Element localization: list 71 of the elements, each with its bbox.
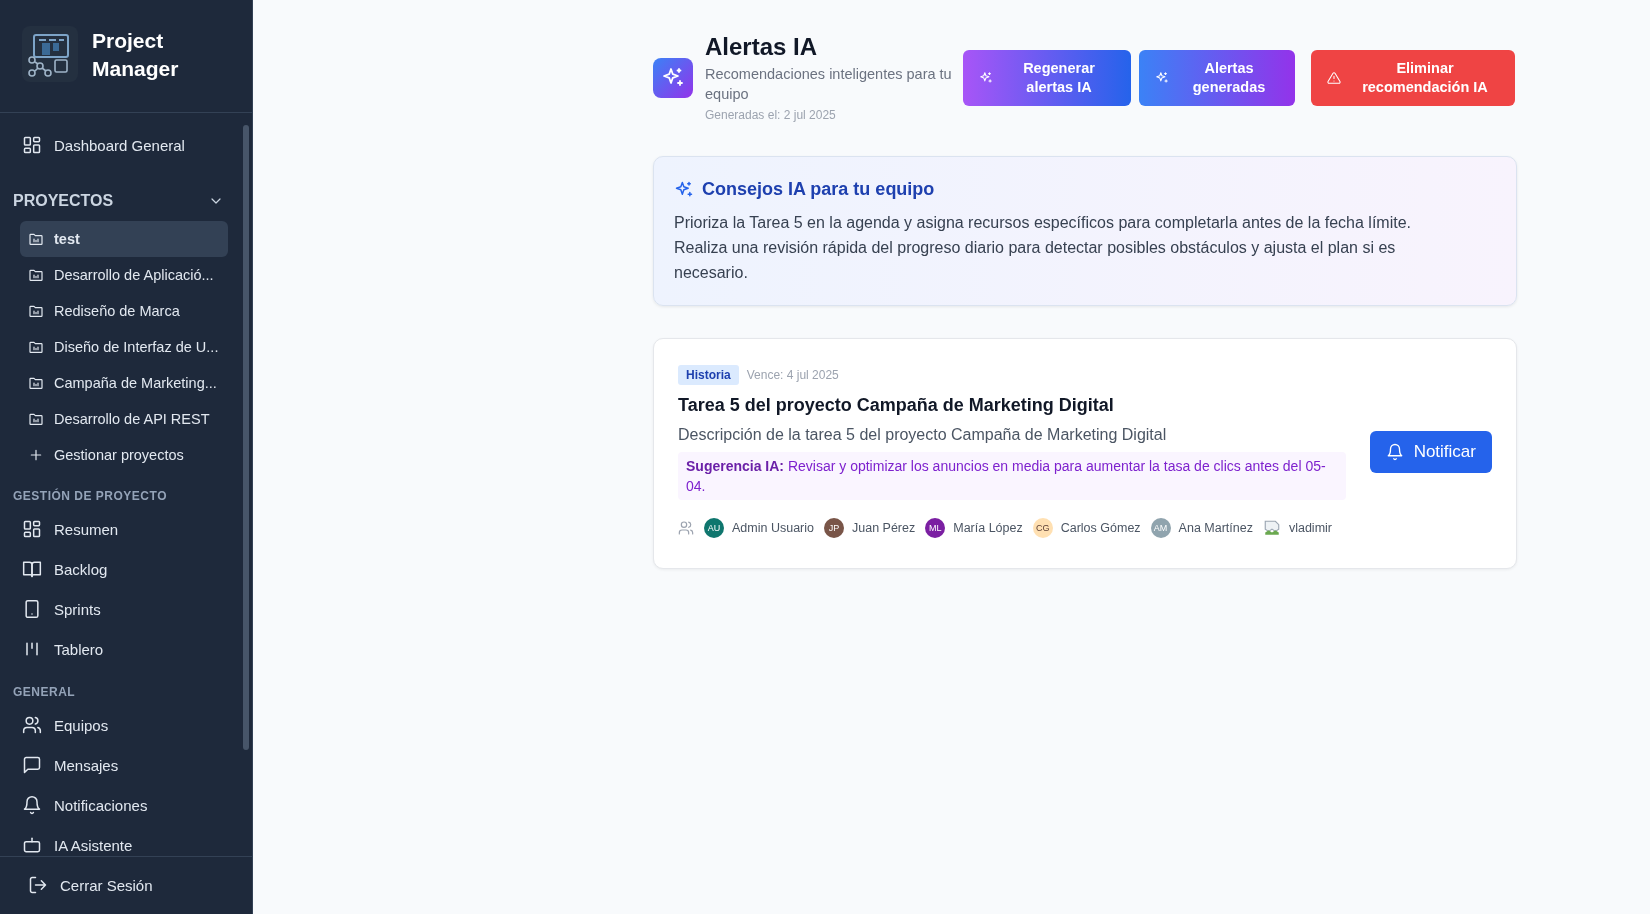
nav-item[interactable]: test xyxy=(20,221,228,257)
nav-item[interactable]: Gestionar proyectos xyxy=(20,437,228,473)
folder-icon xyxy=(28,411,44,427)
section-toggle[interactable]: PROYECTOS xyxy=(12,181,238,221)
member-name: Ana Martínez xyxy=(1178,521,1253,535)
advice-title: Consejos IA para tu equipo xyxy=(702,179,935,200)
plus-icon xyxy=(28,447,44,463)
nav-item[interactable]: Campaña de Marketing... xyxy=(20,365,228,401)
broken-image-icon xyxy=(1262,519,1281,537)
nav-item[interactable]: Mensajes xyxy=(12,745,238,785)
avatar: CG xyxy=(1032,518,1053,538)
nav-item[interactable]: Tablero xyxy=(12,629,238,669)
book-icon xyxy=(22,559,42,579)
action-button[interactable]: Alertas generadas xyxy=(1139,50,1295,106)
nav-item[interactable]: Backlog xyxy=(12,549,238,589)
logo-icon xyxy=(22,26,78,82)
chat-icon xyxy=(22,755,42,775)
nav-item[interactable]: Desarrollo de API REST xyxy=(20,401,228,437)
section-title: GESTIÓN DE PROYECTO xyxy=(13,489,168,503)
users-icon xyxy=(678,520,694,536)
nav-item[interactable]: IA Asistente xyxy=(12,825,238,856)
ai-suggestion: Sugerencia IA: Revisar y optimizar los anuncios en media para aumentar la tasa de clics antes del 05-04. xyxy=(678,452,1346,500)
section-title: GENERAL xyxy=(13,685,77,699)
logout-icon xyxy=(28,875,48,895)
avatar: JP xyxy=(824,518,844,538)
warning-icon xyxy=(1327,71,1341,85)
scrollbar[interactable] xyxy=(243,125,249,750)
nav-item[interactable]: Sprints xyxy=(12,589,238,629)
member-name: vladimir xyxy=(1288,521,1332,535)
grid-icon xyxy=(22,135,42,155)
nav-item[interactable]: Desarrollo de Aplicació... xyxy=(20,257,228,293)
users-icon xyxy=(22,715,42,735)
page-subtitle: Recomendaciones inteligentes para tu equipo xyxy=(705,65,953,104)
bell-icon xyxy=(1385,442,1404,461)
avatar: AM xyxy=(1150,518,1171,538)
due-date: Vence: 4 jul 2025 xyxy=(746,368,839,382)
bell-icon xyxy=(22,795,42,815)
member-name: Admin Usuario xyxy=(732,521,814,535)
folder-icon xyxy=(28,231,44,247)
nav-item[interactable]: Notificaciones xyxy=(12,785,238,825)
grid-icon xyxy=(22,519,42,539)
app-name: Project Manager xyxy=(92,28,180,82)
task-description: Descripción de la tarea 5 del proyecto Campaña de Marketing Digital xyxy=(678,426,1168,444)
nav-item[interactable]: Diseño de Interfaz de U... xyxy=(20,329,228,365)
page-title: Alertas IA xyxy=(705,32,819,62)
robot-icon xyxy=(22,835,42,855)
sparkles-icon xyxy=(1155,71,1169,85)
avatar: ML xyxy=(925,518,946,538)
nav-item[interactable]: Rediseño de Marca xyxy=(20,293,228,329)
logout-button[interactable]: Cerrar Sesión xyxy=(20,865,232,905)
sparkles-badge-icon xyxy=(653,58,693,98)
action-button[interactable]: Regenerar alertas IA xyxy=(963,50,1131,106)
avatar: AU xyxy=(704,518,724,538)
member-name: Juan Pérez xyxy=(852,521,916,535)
folder-icon xyxy=(28,267,44,283)
nav-item[interactable]: Dashboard General xyxy=(12,125,238,165)
advice-text: Prioriza la Tarea 5 en la agenda y asigna recursos específicos para completarla antes de la fecha límite. Realiza una revisión rápida del progreso diario para detectar posibles obstáculos y ajusta el plan si es necesario. xyxy=(674,213,1412,283)
tag: Historia xyxy=(678,365,739,385)
member-name: Carlos Gómez xyxy=(1060,521,1141,535)
action-button[interactable]: Eliminar recomendación IA xyxy=(1311,50,1515,106)
nav-item[interactable]: Equipos xyxy=(12,705,238,745)
nav-item[interactable]: Resumen xyxy=(12,509,238,549)
tablet-icon xyxy=(22,599,42,619)
generated-date: Generadas el: 2 jul 2025 xyxy=(705,108,837,122)
folder-icon xyxy=(28,303,44,319)
folder-icon xyxy=(28,375,44,391)
folder-icon xyxy=(28,339,44,355)
member-name: María López xyxy=(953,521,1023,535)
task-title: Tarea 5 del proyecto Campaña de Marketing Digital xyxy=(678,395,1115,416)
sparkles-icon xyxy=(979,71,993,85)
notify-button[interactable]: Notificar xyxy=(1369,430,1492,473)
